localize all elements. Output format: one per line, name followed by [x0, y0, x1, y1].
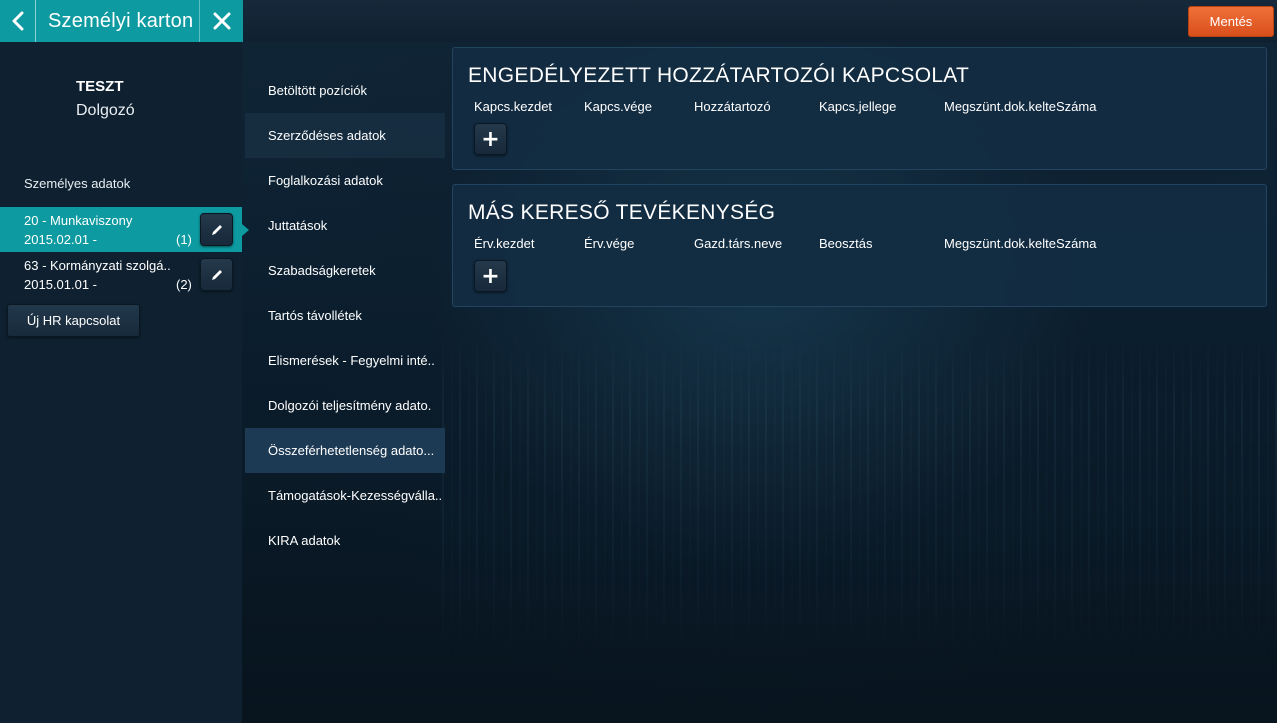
back-button[interactable] — [0, 0, 36, 42]
hr-relation-item[interactable]: 20 - Munkaviszony 2015.02.01 - (1) — [0, 207, 249, 252]
nav-item[interactable]: Betöltött pozíciók — [245, 68, 445, 113]
pencil-icon — [211, 269, 222, 280]
left-panel: TESZT Dolgozó Személyes adatok 20 - Munk… — [0, 42, 249, 723]
close-button[interactable] — [199, 0, 243, 42]
hr-relation-date: 2015.02.01 - — [24, 232, 98, 247]
hr-relation-title: 20 - Munkaviszony — [24, 213, 133, 228]
column-header: Megszünt.dok.kelteSzáma — [944, 99, 1097, 114]
hr-relation-item[interactable]: 63 - Kormányzati szolgá.. 2015.01.01 - (… — [0, 252, 242, 297]
column-header: Érv.kezdet — [474, 236, 535, 251]
nav-item[interactable]: Dolgozói teljesítmény adato. — [245, 383, 445, 428]
column-header: Gazd.társ.neve — [694, 236, 783, 251]
personal-data-link[interactable]: Személyes adatok — [24, 176, 130, 191]
chevron-left-icon — [12, 11, 23, 31]
nav-item[interactable]: Elismerések - Fegyelmi inté.. — [245, 338, 445, 383]
card-title: ENGEDÉLYEZETT HOZZÁTARTOZÓI KAPCSOLAT — [468, 64, 970, 87]
employee-name: TESZT — [76, 78, 124, 95]
title-block: Személyi karton — [0, 0, 243, 42]
edit-button[interactable] — [200, 258, 233, 291]
nav-item[interactable]: Tartós távollétek — [245, 293, 445, 338]
other-activity-card: MÁS KERESŐ TEVÉKENYSÉG Érv.kezdet Érv.vé… — [452, 184, 1267, 307]
pencil-icon — [211, 224, 222, 235]
save-button[interactable]: Mentés — [1188, 6, 1274, 37]
nav-item[interactable]: Foglalkozási adatok — [245, 158, 445, 203]
relatives-card: ENGEDÉLYEZETT HOZZÁTARTOZÓI KAPCSOLAT Ka… — [452, 47, 1267, 170]
new-hr-relation-button[interactable]: Új HR kapcsolat — [7, 304, 140, 337]
hr-relation-count: (2) — [176, 277, 192, 292]
column-header: Kapcs.kezdet — [474, 99, 553, 114]
column-header: Megszünt.dok.kelteSzáma — [944, 236, 1097, 251]
nav-item[interactable]: Juttatások — [245, 203, 445, 248]
hr-relation-date: 2015.01.01 - — [24, 277, 98, 292]
hr-relation-title: 63 - Kormányzati szolgá.. — [24, 258, 171, 273]
column-header: Hozzátartozó — [694, 99, 771, 114]
nav-item[interactable]: KIRA adatok — [245, 518, 445, 563]
column-header: Kapcs.jellege — [819, 99, 897, 114]
edit-button[interactable] — [200, 213, 233, 246]
background-streaks — [442, 330, 1277, 660]
add-button[interactable]: + — [474, 260, 507, 292]
nav-item-active[interactable]: Összeférhetetlenség adato... — [245, 428, 445, 473]
column-header: Beosztás — [819, 236, 873, 251]
hr-relation-count: (1) — [176, 232, 192, 247]
card-title: MÁS KERESŐ TEVÉKENYSÉG — [468, 201, 776, 224]
nav-item[interactable]: Szabadságkeretek — [245, 248, 445, 293]
nav-item[interactable]: Támogatások-Kezességválla.. — [245, 473, 445, 518]
column-header: Érv.vége — [584, 236, 635, 251]
employee-role: Dolgozó — [76, 102, 135, 119]
nav-item[interactable]: Szerződéses adatok — [245, 113, 445, 158]
close-icon — [213, 12, 230, 30]
top-bar: Személyi karton Mentés — [0, 0, 1277, 42]
page-title: Személyi karton — [48, 9, 194, 32]
column-header: Kapcs.vége — [584, 99, 652, 114]
add-button[interactable]: + — [474, 123, 507, 155]
